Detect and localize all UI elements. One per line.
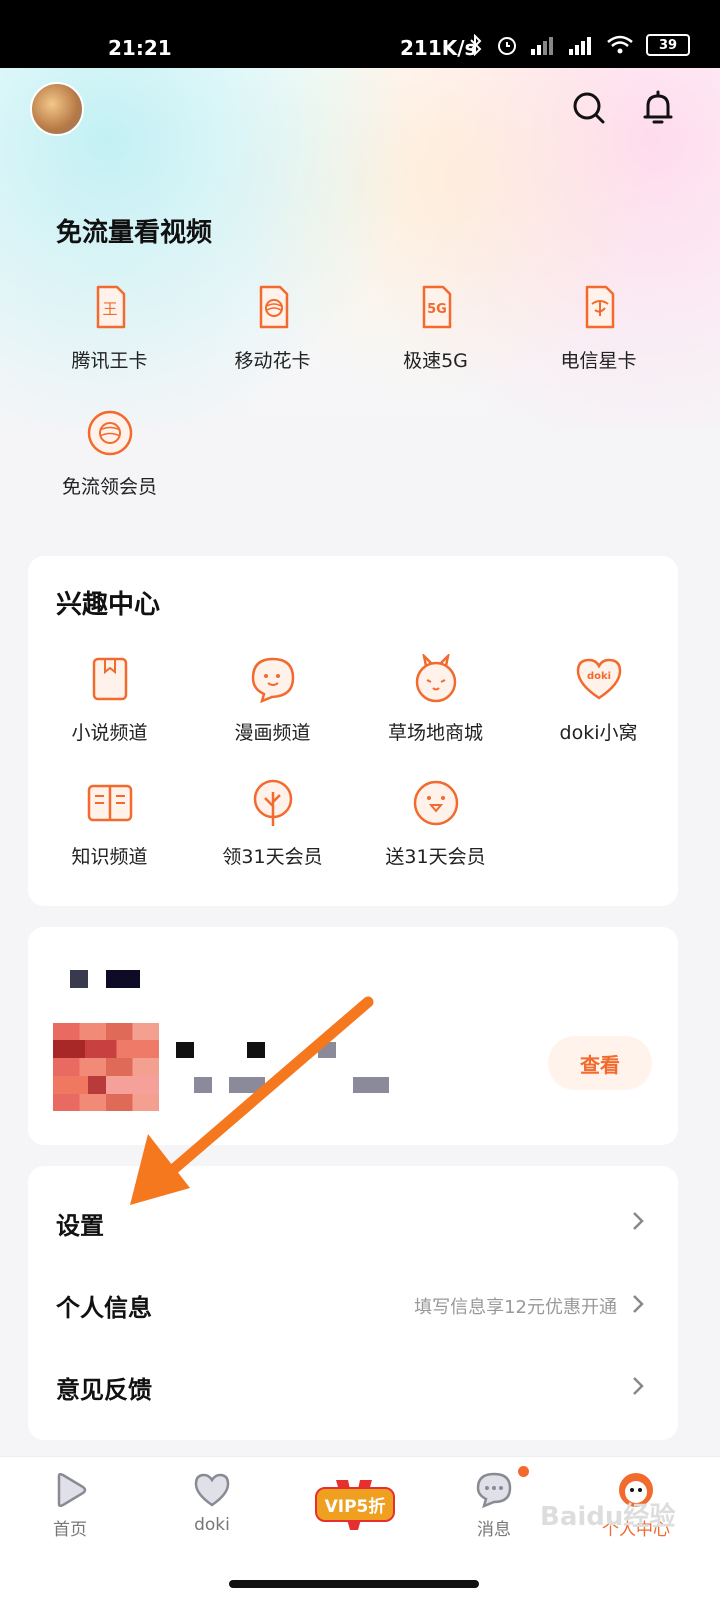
free-data-label: 极速5G	[403, 350, 468, 372]
watermark: Baidu经验	[540, 1502, 676, 1532]
interest-label: doki小窝	[559, 722, 638, 744]
interest-item-shop[interactable]: 草场地商城	[354, 654, 517, 745]
free-data-label: 移动花卡	[234, 350, 311, 372]
interest-item-get-vip[interactable]: 领31天会员	[191, 778, 354, 869]
tab-label: 首页	[53, 1520, 87, 1540]
signal-icon	[531, 37, 553, 55]
redacted-text-block	[176, 1042, 194, 1058]
personal-info-row-label[interactable]: 个人信息	[56, 1288, 152, 1323]
heart-icon	[194, 1473, 230, 1507]
view-button[interactable]: 查看	[548, 1036, 652, 1090]
chevron-right-icon	[633, 1295, 644, 1313]
settings-row-label[interactable]: 设置	[56, 1206, 104, 1241]
vip-label: VIP5折	[314, 1486, 396, 1522]
penguin-icon	[413, 780, 458, 826]
svg-text:5G: 5G	[427, 302, 447, 317]
redacted-text-block	[247, 1042, 265, 1058]
redacted-text-block	[194, 1077, 212, 1093]
tab-vip[interactable]: VIP5折	[300, 1474, 410, 1534]
tree-icon	[253, 779, 292, 826]
doki-heart-icon: doki	[576, 658, 621, 700]
interest-item-doki[interactable]: doki doki小窝	[517, 654, 680, 745]
tab-label: 消息	[477, 1520, 511, 1540]
personal-info-hint: 填写信息享12元优惠开通	[414, 1297, 617, 1318]
home-indicator[interactable]	[229, 1580, 479, 1588]
redacted-text-block	[106, 970, 140, 988]
sim-wang-icon: 王	[96, 285, 125, 329]
free-data-item-mobile[interactable]: 移动花卡	[191, 282, 354, 373]
interest-label: 知识频道	[71, 846, 148, 868]
redacted-text-block	[229, 1077, 265, 1093]
book-icon	[92, 657, 127, 701]
wifi-icon	[607, 35, 633, 54]
interest-label: 送31天会员	[385, 846, 486, 868]
redacted-text-block	[353, 1077, 389, 1093]
tab-label: doki	[194, 1515, 230, 1535]
redacted-text-block	[70, 970, 88, 988]
network-speed: 211K/s	[400, 36, 477, 60]
search-icon[interactable]	[571, 90, 607, 126]
signal-hd-icon	[569, 37, 591, 55]
interest-label: 漫画频道	[234, 722, 311, 744]
bell-icon[interactable]	[640, 90, 676, 126]
bluetooth-icon	[470, 34, 482, 56]
play-icon	[57, 1472, 87, 1508]
battery-indicator: 39	[646, 34, 690, 56]
rabbit-icon	[415, 654, 456, 703]
free-data-item-5g[interactable]: 5G 极速5G	[354, 282, 517, 373]
status-time: 21:21	[108, 36, 172, 60]
sim-mobile-icon	[259, 285, 288, 329]
comic-bubble-icon	[251, 657, 294, 704]
tab-home[interactable]: 首页	[10, 1471, 130, 1540]
redacted-image-row	[53, 1040, 159, 1058]
open-book-icon	[87, 784, 132, 822]
free-data-label: 腾讯王卡	[71, 350, 148, 372]
svg-text:doki: doki	[586, 671, 610, 682]
tab-doki[interactable]: doki	[152, 1471, 272, 1535]
free-data-label: 电信星卡	[560, 350, 637, 372]
interest-label: 草场地商城	[387, 722, 483, 744]
status-bar: 21:21 211K/s 39	[0, 0, 720, 68]
svg-text:王: 王	[102, 300, 117, 318]
sim-5g-icon: 5G	[422, 285, 451, 329]
chevron-right-icon	[633, 1377, 644, 1395]
interest-item-novel[interactable]: 小说频道	[28, 654, 191, 745]
redacted-image-row	[53, 1076, 159, 1094]
sim-telecom-icon	[585, 285, 614, 329]
interest-label: 领31天会员	[222, 846, 323, 868]
tab-messages[interactable]: 消息	[434, 1471, 554, 1540]
avatar[interactable]	[30, 82, 84, 136]
free-data-item-telecom[interactable]: 电信星卡	[517, 282, 680, 373]
chevron-right-icon	[633, 1212, 644, 1230]
redacted-image	[53, 1023, 159, 1111]
alarm-icon	[498, 37, 516, 55]
interest-label: 小说频道	[71, 722, 148, 744]
interest-card: 兴趣中心 小说频道 漫画频道 草场地商城 doki doki小窝 知识频道 领3…	[28, 556, 678, 906]
free-data-item-tencent[interactable]: 王 腾讯王卡	[28, 282, 191, 373]
interest-item-knowledge[interactable]: 知识频道	[28, 778, 191, 869]
message-icon	[476, 1472, 512, 1509]
free-data-title: 免流量看视频	[56, 218, 213, 248]
interest-title: 兴趣中心	[56, 590, 161, 620]
interest-item-comic[interactable]: 漫画频道	[191, 654, 354, 745]
interest-item-give-vip[interactable]: 送31天会员	[354, 778, 517, 869]
feedback-row-label[interactable]: 意见反馈	[56, 1370, 152, 1405]
redacted-text-block	[318, 1042, 336, 1058]
unread-dot	[518, 1466, 529, 1477]
status-icons: 39	[468, 34, 690, 56]
